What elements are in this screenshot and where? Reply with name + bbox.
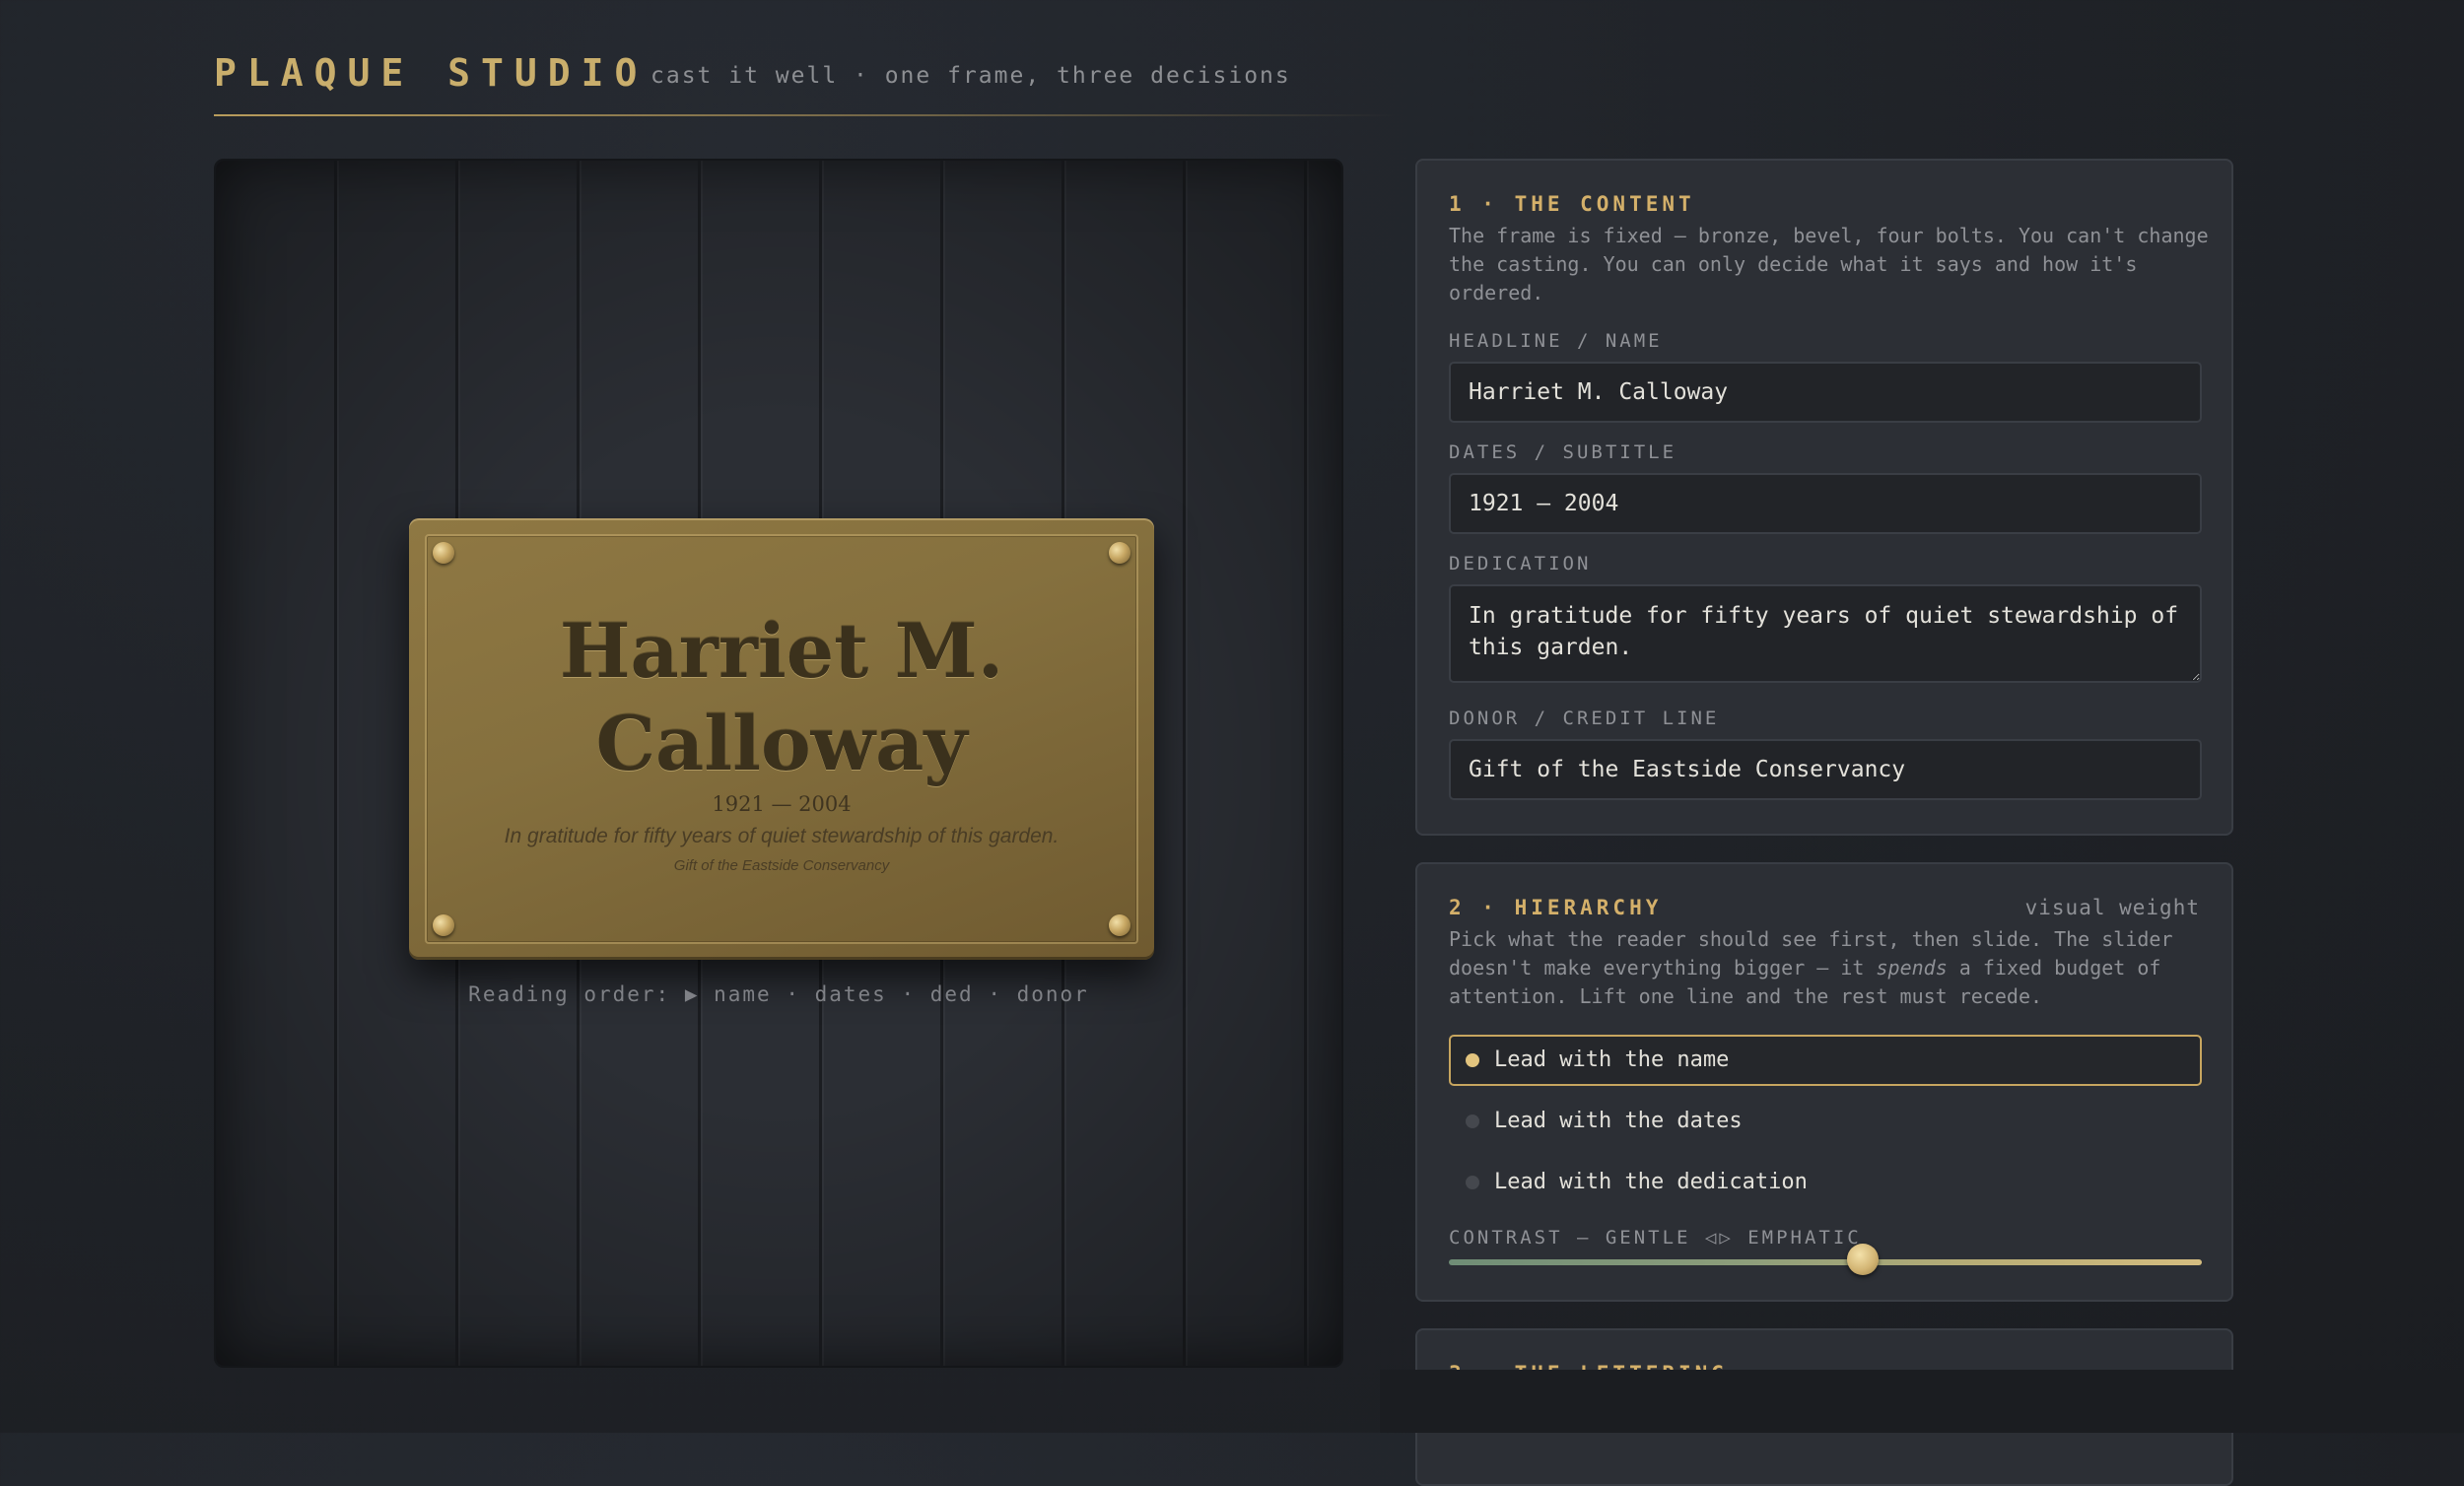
option-label: Lead with the name bbox=[1494, 1047, 1730, 1072]
dates-label: DATES / SUBTITLE bbox=[1449, 441, 1677, 463]
contrast-label: CONTRAST — GENTLE ◁▷ EMPHATIC bbox=[1449, 1227, 1862, 1249]
contrast-slider-track[interactable] bbox=[1449, 1259, 2202, 1265]
option-lead-dedication[interactable]: Lead with the dedication bbox=[1449, 1157, 2202, 1208]
content-panel-description: The frame is fixed — bronze, bevel, four… bbox=[1449, 224, 2209, 304]
option-lead-name[interactable]: Lead with the name bbox=[1449, 1035, 2202, 1086]
plaque-dates: 1921 — 2004 bbox=[712, 792, 852, 816]
plaque-dedication: In gratitude for fifty years of quiet st… bbox=[504, 825, 1060, 847]
donor-label: DONOR / CREDIT LINE bbox=[1449, 708, 1720, 729]
headline-label: HEADLINE / NAME bbox=[1449, 330, 1663, 352]
dates-input[interactable] bbox=[1449, 473, 2202, 534]
hierarchy-panel-title: 2 · HIERARCHY bbox=[1449, 896, 1663, 919]
reading-order-caption: Reading order: ▶ name · dates · ded · do… bbox=[468, 982, 1089, 1006]
visual-weight-label: visual weight bbox=[2024, 896, 2200, 919]
plaque-donor: Gift of the Eastside Conservancy bbox=[673, 857, 890, 874]
content-panel: 1 · THE CONTENT The frame is fixed — bro… bbox=[1415, 159, 2233, 836]
plaque-name-line1: Harriet M. bbox=[559, 607, 1004, 695]
radio-dot-icon bbox=[1466, 1176, 1479, 1189]
radio-dot-icon bbox=[1466, 1114, 1479, 1128]
option-label: Lead with the dates bbox=[1494, 1109, 1743, 1133]
radio-dot-icon bbox=[1466, 1053, 1479, 1067]
bolt-icon bbox=[433, 914, 454, 936]
page-bottom-edge bbox=[1380, 1370, 2464, 1433]
description-emphasis: spends bbox=[1876, 956, 1948, 979]
app-header: PLAQUE STUDIO cast it well · one frame, … bbox=[214, 47, 1397, 116]
content-panel-title: 1 · THE CONTENT bbox=[1449, 192, 1695, 216]
contrast-slider-thumb[interactable] bbox=[1847, 1244, 1880, 1275]
hierarchy-panel: 2 · HIERARCHY visual weight Pick what th… bbox=[1415, 862, 2233, 1302]
dedication-label: DEDICATION bbox=[1449, 553, 1592, 574]
plaque-name: Harriet M. Calloway bbox=[409, 605, 1154, 790]
plaque-preview-stage: Harriet M. Calloway 1921 — 2004 In grati… bbox=[214, 159, 1343, 1368]
plaque-name-line2: Calloway bbox=[595, 700, 968, 787]
hierarchy-panel-description: Pick what the reader should see first, t… bbox=[1449, 925, 2218, 1011]
bronze-plaque: Harriet M. Calloway 1921 — 2004 In grati… bbox=[409, 518, 1154, 960]
option-label: Lead with the dedication bbox=[1494, 1170, 1808, 1194]
brand-title: PLAQUE STUDIO bbox=[214, 51, 649, 95]
donor-input[interactable] bbox=[1449, 739, 2202, 800]
bolt-icon bbox=[1109, 914, 1130, 936]
headline-input[interactable] bbox=[1449, 362, 2202, 423]
option-lead-dates[interactable]: Lead with the dates bbox=[1449, 1096, 2202, 1147]
bolt-icon bbox=[1109, 542, 1130, 564]
bolt-icon bbox=[433, 542, 454, 564]
dedication-textarea[interactable]: In gratitude for fifty years of quiet st… bbox=[1449, 584, 2202, 683]
header-divider bbox=[214, 114, 1397, 116]
brand-tagline: cast it well · one frame, three decision… bbox=[650, 63, 1291, 89]
